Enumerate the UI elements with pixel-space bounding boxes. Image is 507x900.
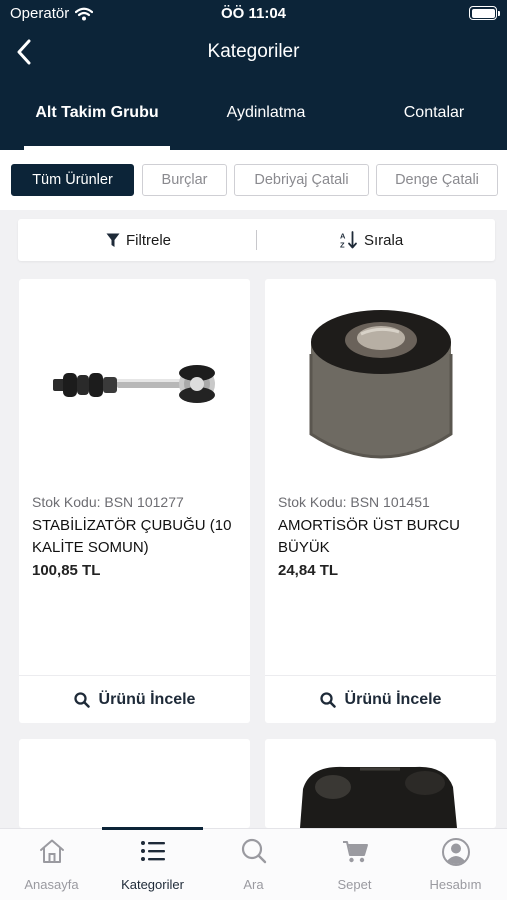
tab-alt-takim-grubu[interactable]: Alt Takim Grubu (14, 104, 180, 122)
tab-contalar[interactable]: Contalar (380, 104, 488, 122)
filter-button[interactable]: Filtrele (106, 219, 171, 261)
sort-label: Sırala (364, 231, 404, 249)
product-card[interactable]: Stok Kodu: BSN 101277 STABİLİZATÖR ÇUBUĞ… (19, 279, 250, 723)
bottom-tab-anasayfa[interactable]: Anasayfa (1, 829, 102, 900)
product-image-partial (300, 766, 457, 828)
search-icon (241, 838, 266, 864)
page-title: Kategoriler (207, 41, 300, 62)
battery-icon (469, 6, 500, 20)
sort-button[interactable]: A Z Sırala (340, 219, 403, 261)
clock: ÖÖ 11:04 (220, 5, 287, 22)
filter-icon (106, 233, 120, 247)
list-icon (140, 841, 165, 861)
toolbar-divider (256, 230, 257, 250)
svg-text:Z: Z (340, 241, 345, 250)
tab-aydinlatma[interactable]: Aydinlatma (200, 104, 332, 122)
subcategory-chips: Tüm Ürünler Burçlar Debriyaj Çatali Deng… (0, 150, 507, 210)
search-icon (319, 691, 336, 708)
filter-sort-bar: Filtrele A Z Sırala (18, 219, 495, 261)
chip-tum-urunler[interactable]: Tüm Ürünler (11, 164, 134, 196)
bottom-tab-label: Anasayfa (24, 877, 79, 892)
status-bar: Operatör ÖÖ 11:04 (0, 0, 507, 28)
inspect-label: Ürünü İncele (344, 690, 442, 708)
bottom-tab-label: Kategoriler (121, 877, 184, 892)
chip-debriyaj-catali[interactable]: Debriyaj Çatali (234, 164, 369, 196)
account-icon (441, 838, 470, 866)
product-card-partial[interactable] (265, 739, 496, 828)
sort-az-icon: A Z (340, 231, 357, 250)
app-header: Operatör ÖÖ 11:04 Kategoriler Alt Takim … (0, 0, 507, 150)
navigation-bar: Kategoriler (0, 28, 507, 76)
search-icon (73, 691, 90, 708)
product-image-rubber-bushing (265, 279, 496, 489)
cart-icon (342, 841, 368, 863)
product-card-partial[interactable] (19, 739, 250, 828)
chip-denge-catali[interactable]: Denge Çatali (376, 164, 498, 196)
bottom-tab-ara[interactable]: Ara (203, 829, 304, 900)
category-tabs: Alt Takim Grubu Aydinlatma Contalar (0, 86, 507, 150)
product-name: AMORTİSÖR ÜST BURCU BÜYÜK (278, 517, 460, 556)
product-stock-code: Stok Kodu: BSN 101451 (278, 494, 430, 510)
bottom-tab-label: Ara (243, 877, 264, 892)
home-icon (39, 839, 64, 863)
chip-burclar[interactable]: Burçlar (142, 164, 227, 196)
product-stock-code: Stok Kodu: BSN 101277 (32, 494, 184, 510)
bottom-tab-kategoriler[interactable]: Kategoriler (102, 829, 203, 900)
product-image-stabilizer-link (19, 279, 250, 489)
inspect-label: Ürünü İncele (98, 690, 196, 708)
bottom-tab-sepet[interactable]: Sepet (304, 829, 405, 900)
bottom-tab-hesabim[interactable]: Hesabım (405, 829, 506, 900)
product-price: 100,85 TL (32, 562, 101, 579)
product-name: STABİLİZATÖR ÇUBUĞU (10 KALİTE SOMUN) (32, 517, 232, 556)
bottom-tab-label: Hesabım (429, 877, 482, 892)
bottom-tab-bar: Anasayfa Kategoriler Ara Sepet Hesabım (0, 827, 507, 900)
svg-text:A: A (340, 232, 346, 241)
product-card[interactable]: Stok Kodu: BSN 101451 AMORTİSÖR ÜST BURC… (265, 279, 496, 723)
inspect-product-button[interactable]: Ürünü İncele (19, 676, 250, 723)
filter-label: Filtrele (126, 231, 172, 249)
inspect-product-button[interactable]: Ürünü İncele (265, 676, 496, 723)
bottom-tab-label: Sepet (337, 877, 372, 892)
product-price: 24,84 TL (278, 562, 339, 579)
